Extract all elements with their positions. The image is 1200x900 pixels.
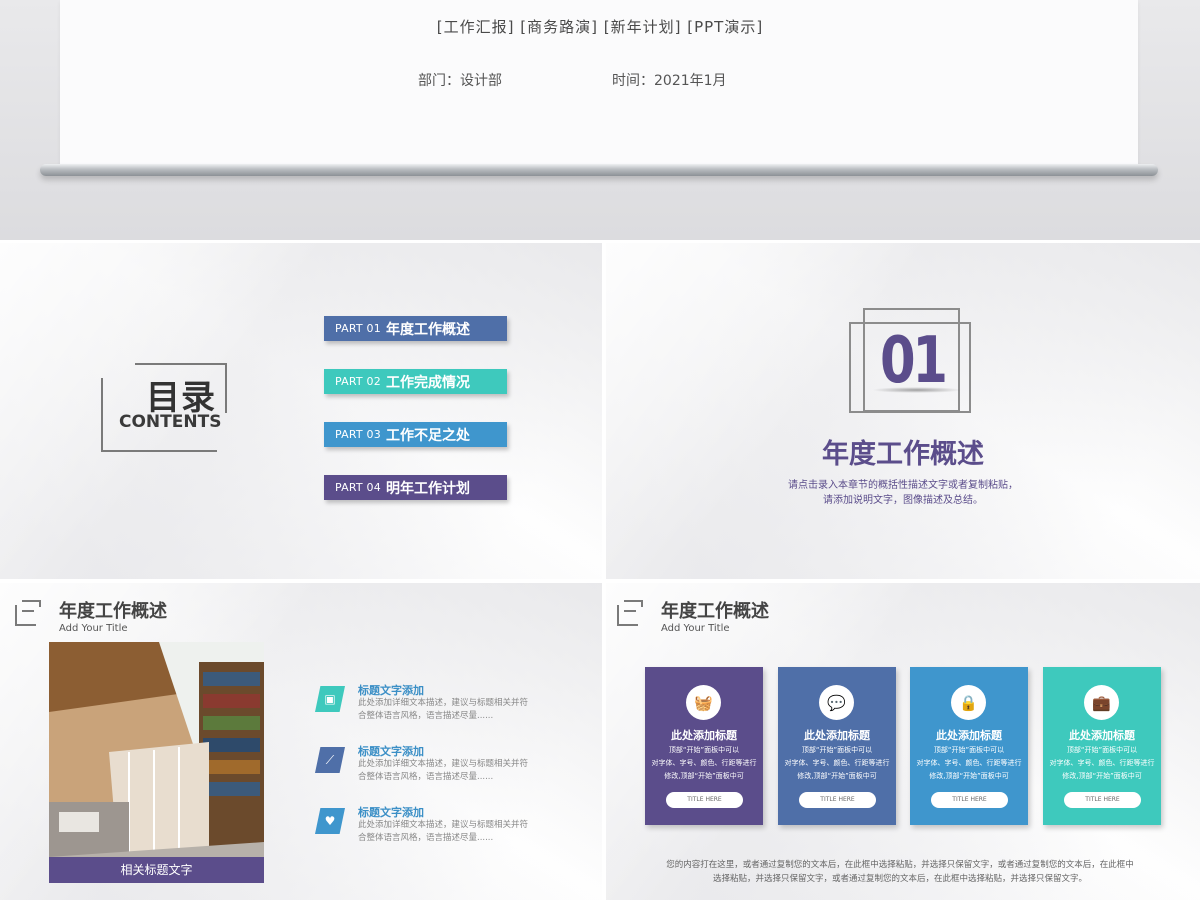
cards-footer-line: 您的内容打在这里，或者通过复制您的文本后，在此框中选择粘贴，并选择只保留文字，或…	[666, 860, 1134, 870]
feature-title: 标题文字添加	[358, 745, 424, 758]
feature-description-line: 此处添加详细文本描述，建议与标题相关并符	[358, 698, 529, 708]
department-label: 部门：设计部	[418, 73, 502, 89]
card-description-line: 顶部“开始”面板中可以	[668, 746, 740, 754]
feature-description: 此处添加详细文本描述，建议与标题相关并符 合整体语言风格，语言描述尽量.....…	[358, 819, 548, 845]
interior-photo-illustration	[49, 642, 264, 883]
projector-bar	[40, 164, 1158, 176]
time-label: 时间：2021年1月	[612, 73, 727, 89]
card-description-line: 修改,顶部“开始”面板中可	[797, 772, 877, 780]
card-title: 此处添加标题	[671, 729, 737, 742]
cards-slide-title: 年度工作概述	[661, 601, 769, 622]
card-title-button[interactable]: TITLE HERE	[931, 792, 1008, 808]
toc-item-number: PART 04	[335, 481, 381, 494]
contents-heading-en: CONTENTS	[119, 412, 222, 432]
toc-item-part-03[interactable]: PART 03 工作不足之处	[324, 422, 507, 447]
section-description: 请点击录入本章节的概括性描述文字或者复制粘贴， 请添加说明文字，图像描述及总结。	[606, 478, 1200, 508]
interior-photo	[49, 642, 264, 883]
card-description: 顶部“开始”面板中可以 对字体、字号、颜色、行距等进行 修改,顶部“开始”面板中…	[912, 744, 1026, 783]
cards-footer-text: 您的内容打在这里，或者通过复制您的文本后，在此框中选择粘贴，并选择只保留文字，或…	[640, 858, 1160, 886]
toc-item-label: 明年工作计划	[386, 480, 470, 497]
toc-item-label: 年度工作概述	[386, 321, 470, 338]
section-title: 年度工作概述	[822, 439, 984, 470]
photo-caption: 相关标题文字	[49, 857, 264, 883]
section-bracket-icon	[15, 600, 41, 626]
feature-description-line: 合整体语言风格，语言描述尽量......	[358, 833, 494, 843]
card-description-line: 修改,顶部“开始”面板中可	[929, 772, 1009, 780]
card-title-button[interactable]: TITLE HERE	[666, 792, 743, 808]
chat-icon: 💬	[819, 685, 854, 720]
card-description-line: 对字体、字号、颜色、行距等进行	[916, 759, 1022, 767]
toc-item-number: PART 01	[335, 322, 381, 335]
info-card[interactable]: 🔒 此处添加标题 顶部“开始”面板中可以 对字体、字号、颜色、行距等进行 修改,…	[910, 667, 1028, 825]
briefcase-icon: 💼	[1084, 685, 1119, 720]
card-title: 此处添加标题	[1069, 729, 1135, 742]
card-description-line: 对字体、字号、颜色、行距等进行	[651, 759, 757, 767]
feature-description-line: 合整体语言风格，语言描述尽量......	[358, 711, 494, 721]
toc-item-part-04[interactable]: PART 04 明年工作计划	[324, 475, 507, 500]
card-description-line: 顶部“开始”面板中可以	[933, 746, 1005, 754]
card-description: 顶部“开始”面板中可以 对字体、字号、颜色、行距等进行 修改,顶部“开始”面板中…	[780, 744, 894, 783]
info-card[interactable]: 🧺 此处添加标题 顶部“开始”面板中可以 对字体、字号、颜色、行距等进行 修改,…	[645, 667, 763, 825]
cards-footer-line: 选择粘贴，并选择只保留文字，或者通过复制您的文本后，在此框中选择粘贴，并选择只保…	[712, 874, 1087, 884]
card-title-button[interactable]: TITLE HERE	[799, 792, 876, 808]
feature-title: 标题文字添加	[358, 684, 424, 697]
toc-item-number: PART 03	[335, 428, 381, 441]
card-title: 此处添加标题	[936, 729, 1002, 742]
title-tags: [工作汇报] [商务路演] [新年计划] [PPT演示]	[436, 18, 764, 36]
card-description-line: 对字体、字号、颜色、行距等进行	[784, 759, 890, 767]
toc-item-number: PART 02	[335, 375, 381, 388]
basket-icon: 🧺	[686, 685, 721, 720]
section-number-shadow	[872, 387, 962, 393]
feature-title: 标题文字添加	[358, 806, 424, 819]
card-title-button[interactable]: TITLE HERE	[1064, 792, 1141, 808]
card-title: 此处添加标题	[804, 729, 870, 742]
toc-item-label: 工作完成情况	[386, 374, 470, 391]
feature-description-line: 此处添加详细文本描述，建议与标题相关并符	[358, 759, 529, 769]
photo-slide-subtitle: Add Your Title	[59, 623, 128, 634]
card-description-line: 顶部“开始”面板中可以	[1066, 746, 1138, 754]
card-description: 顶部“开始”面板中可以 对字体、字号、颜色、行距等进行 修改,顶部“开始”面板中…	[1045, 744, 1159, 783]
card-description-line: 对字体、字号、颜色、行距等进行	[1049, 759, 1155, 767]
lock-icon: 🔒	[951, 685, 986, 720]
section-bracket-icon	[617, 600, 643, 626]
feature-description-line: 此处添加详细文本描述，建议与标题相关并符	[358, 820, 529, 830]
section-description-line: 请添加说明文字，图像描述及总结。	[823, 495, 983, 506]
feature-description-line: 合整体语言风格，语言描述尽量......	[358, 772, 494, 782]
card-description-line: 修改,顶部“开始”面板中可	[664, 772, 744, 780]
card-description-line: 修改,顶部“开始”面板中可	[1062, 772, 1142, 780]
info-card[interactable]: 💼 此处添加标题 顶部“开始”面板中可以 对字体、字号、颜色、行距等进行 修改,…	[1043, 667, 1161, 825]
title-slide[interactable]: [工作汇报] [商务路演] [新年计划] [PPT演示] 部门：设计部 时间：2…	[0, 0, 1200, 240]
feature-description: 此处添加详细文本描述，建议与标题相关并符 合整体语言风格，语言描述尽量.....…	[358, 697, 548, 723]
contents-slide[interactable]	[0, 243, 602, 579]
info-card[interactable]: 💬 此处添加标题 顶部“开始”面板中可以 对字体、字号、颜色、行距等进行 修改,…	[778, 667, 896, 825]
section-description-line: 请点击录入本章节的概括性描述文字或者复制粘贴，	[788, 480, 1018, 491]
card-description: 顶部“开始”面板中可以 对字体、字号、颜色、行距等进行 修改,顶部“开始”面板中…	[647, 744, 761, 783]
photo-slide-title: 年度工作概述	[59, 601, 167, 622]
feature-description: 此处添加详细文本描述，建议与标题相关并符 合整体语言风格，语言描述尽量.....…	[358, 758, 548, 784]
cards-slide-subtitle: Add Your Title	[661, 623, 730, 634]
card-description-line: 顶部“开始”面板中可以	[801, 746, 873, 754]
toc-item-part-02[interactable]: PART 02 工作完成情况	[324, 369, 507, 394]
toc-item-part-01[interactable]: PART 01 年度工作概述	[324, 316, 507, 341]
toc-item-label: 工作不足之处	[386, 427, 470, 444]
